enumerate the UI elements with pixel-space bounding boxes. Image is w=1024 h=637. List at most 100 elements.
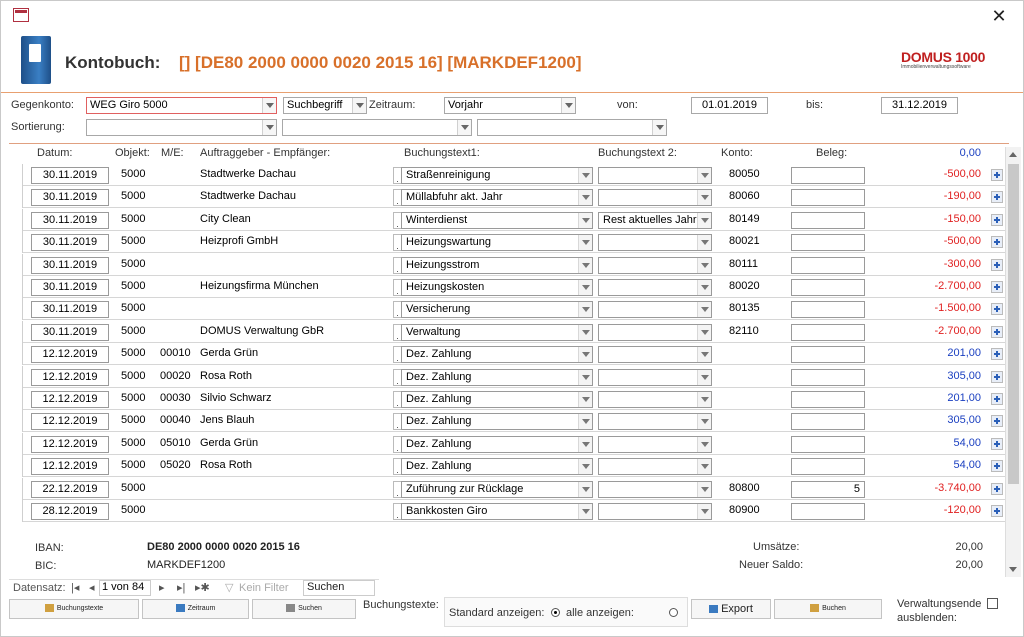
buchungstext2-select[interactable] [598, 391, 712, 408]
buchungstexte-button[interactable]: Buchungstexte [9, 599, 139, 619]
beleg-input[interactable] [791, 503, 865, 520]
chevron-down-icon[interactable] [697, 235, 711, 251]
chevron-down-icon[interactable] [561, 98, 575, 113]
chevron-down-icon[interactable] [457, 120, 471, 135]
datum-input[interactable]: 12.12.2019 [31, 435, 109, 453]
chevron-down-icon[interactable] [697, 212, 711, 228]
ellipsis-button[interactable]: . [393, 279, 401, 296]
suchen-button[interactable]: Suchen [252, 599, 356, 619]
beleg-input[interactable] [791, 189, 865, 207]
row-selector[interactable] [9, 477, 23, 500]
ellipsis-button[interactable]: . [393, 480, 401, 498]
ellipsis-button[interactable]: . [393, 368, 401, 386]
buchungstext1-select[interactable]: Bankkosten Giro [401, 503, 593, 520]
chevron-down-icon[interactable] [697, 347, 711, 363]
chevron-down-icon[interactable] [262, 120, 276, 135]
beleg-input[interactable] [791, 391, 865, 408]
ellipsis-button[interactable]: . [393, 435, 401, 453]
row-selector[interactable] [9, 186, 23, 209]
buchungstext1-select[interactable]: Verwaltung [401, 323, 593, 341]
datum-input[interactable]: 12.12.2019 [31, 458, 109, 476]
add-icon[interactable] [991, 505, 1003, 517]
buchungstext1-select[interactable]: Dez. Zahlung [401, 435, 593, 453]
datum-input[interactable]: 30.11.2019 [31, 256, 109, 274]
datum-input[interactable]: 30.11.2019 [31, 167, 109, 184]
add-icon[interactable] [991, 213, 1003, 226]
ellipsis-button[interactable]: . [393, 256, 401, 274]
datum-input[interactable]: 30.11.2019 [31, 211, 109, 229]
beleg-input[interactable] [791, 234, 865, 252]
buchungstext1-select[interactable]: Heizungskosten [401, 279, 593, 296]
hide-checkbox[interactable] [987, 598, 998, 609]
chevron-down-icon[interactable] [697, 436, 711, 452]
chevron-down-icon[interactable] [578, 324, 592, 340]
chevron-down-icon[interactable] [578, 235, 592, 251]
buchungstext1-select[interactable]: Heizungswartung [401, 234, 593, 252]
sortierung-select-3[interactable] [477, 119, 667, 136]
add-icon[interactable] [991, 303, 1003, 316]
record-number-input[interactable]: 1 von 84 [99, 580, 151, 596]
chevron-down-icon[interactable] [697, 280, 711, 295]
zeitraum-button[interactable]: Zeitraum [142, 599, 249, 619]
chevron-down-icon[interactable] [697, 257, 711, 273]
buchungstext2-select[interactable] [598, 503, 712, 520]
chevron-down-icon[interactable] [262, 98, 276, 113]
chevron-down-icon[interactable] [578, 190, 592, 206]
row-selector[interactable] [9, 298, 23, 321]
buchungstext2-select[interactable] [598, 480, 712, 498]
buchungstext1-select[interactable]: Straßenreinigung [401, 167, 593, 184]
buchungstext1-select[interactable]: Dez. Zahlung [401, 458, 593, 476]
ellipsis-button[interactable]: . [393, 323, 401, 341]
buchungstext1-select[interactable]: Winterdienst [401, 211, 593, 229]
alle-radio[interactable] [669, 608, 678, 617]
datum-input[interactable]: 30.11.2019 [31, 279, 109, 296]
add-icon[interactable] [991, 236, 1003, 249]
add-icon[interactable] [991, 460, 1003, 473]
beleg-input[interactable] [791, 211, 865, 229]
row-selector[interactable] [9, 432, 23, 455]
chevron-down-icon[interactable] [697, 459, 711, 475]
standard-radio[interactable] [551, 608, 560, 617]
last-record-button[interactable]: ▸| [177, 581, 185, 594]
ellipsis-button[interactable]: . [393, 167, 401, 184]
ellipsis-button[interactable]: . [393, 234, 401, 252]
row-selector[interactable] [9, 410, 23, 433]
buchungstext2-select[interactable] [598, 279, 712, 296]
chevron-down-icon[interactable] [697, 481, 711, 497]
first-record-button[interactable]: |◂ [71, 581, 79, 594]
buchungstext2-select[interactable] [598, 256, 712, 274]
buchungstext2-select[interactable]: Rest aktuelles Jahr [598, 211, 712, 229]
add-icon[interactable] [991, 191, 1003, 204]
chevron-down-icon[interactable] [652, 120, 666, 135]
ellipsis-button[interactable]: . [393, 458, 401, 476]
beleg-input[interactable]: 5 [791, 480, 865, 498]
buchungstext1-select[interactable]: Versicherung [401, 301, 593, 319]
prev-record-button[interactable]: ◂ [89, 581, 95, 594]
sortierung-select-1[interactable] [86, 119, 277, 136]
zeitraum-select[interactable]: Vorjahr [444, 97, 576, 114]
beleg-input[interactable] [791, 301, 865, 319]
close-button[interactable]: ✕ [987, 5, 1011, 27]
buchungstext2-select[interactable] [598, 413, 712, 431]
gegenkonto-select[interactable]: WEG Giro 5000 [86, 97, 277, 114]
buchungstext2-select[interactable] [598, 458, 712, 476]
datum-input[interactable]: 22.12.2019 [31, 480, 109, 498]
suchbegriff-select[interactable]: Suchbegriff [283, 97, 367, 114]
buchungstext2-select[interactable] [598, 234, 712, 252]
chevron-down-icon[interactable] [697, 168, 711, 183]
add-icon[interactable] [991, 370, 1003, 383]
chevron-down-icon[interactable] [697, 324, 711, 340]
add-icon[interactable] [991, 348, 1003, 361]
scroll-thumb[interactable] [1008, 164, 1019, 484]
datum-input[interactable]: 12.12.2019 [31, 346, 109, 364]
buchungstext1-select[interactable]: Heizungsstrom [401, 256, 593, 274]
scroll-up-icon[interactable] [1006, 147, 1021, 162]
chevron-down-icon[interactable] [578, 168, 592, 183]
buchungstext2-select[interactable] [598, 189, 712, 207]
add-icon[interactable] [991, 415, 1003, 428]
row-selector[interactable] [9, 500, 23, 522]
buchungstext1-select[interactable]: Dez. Zahlung [401, 346, 593, 364]
chevron-down-icon[interactable] [578, 504, 592, 519]
row-selector[interactable] [9, 365, 23, 388]
add-icon[interactable] [991, 258, 1003, 271]
